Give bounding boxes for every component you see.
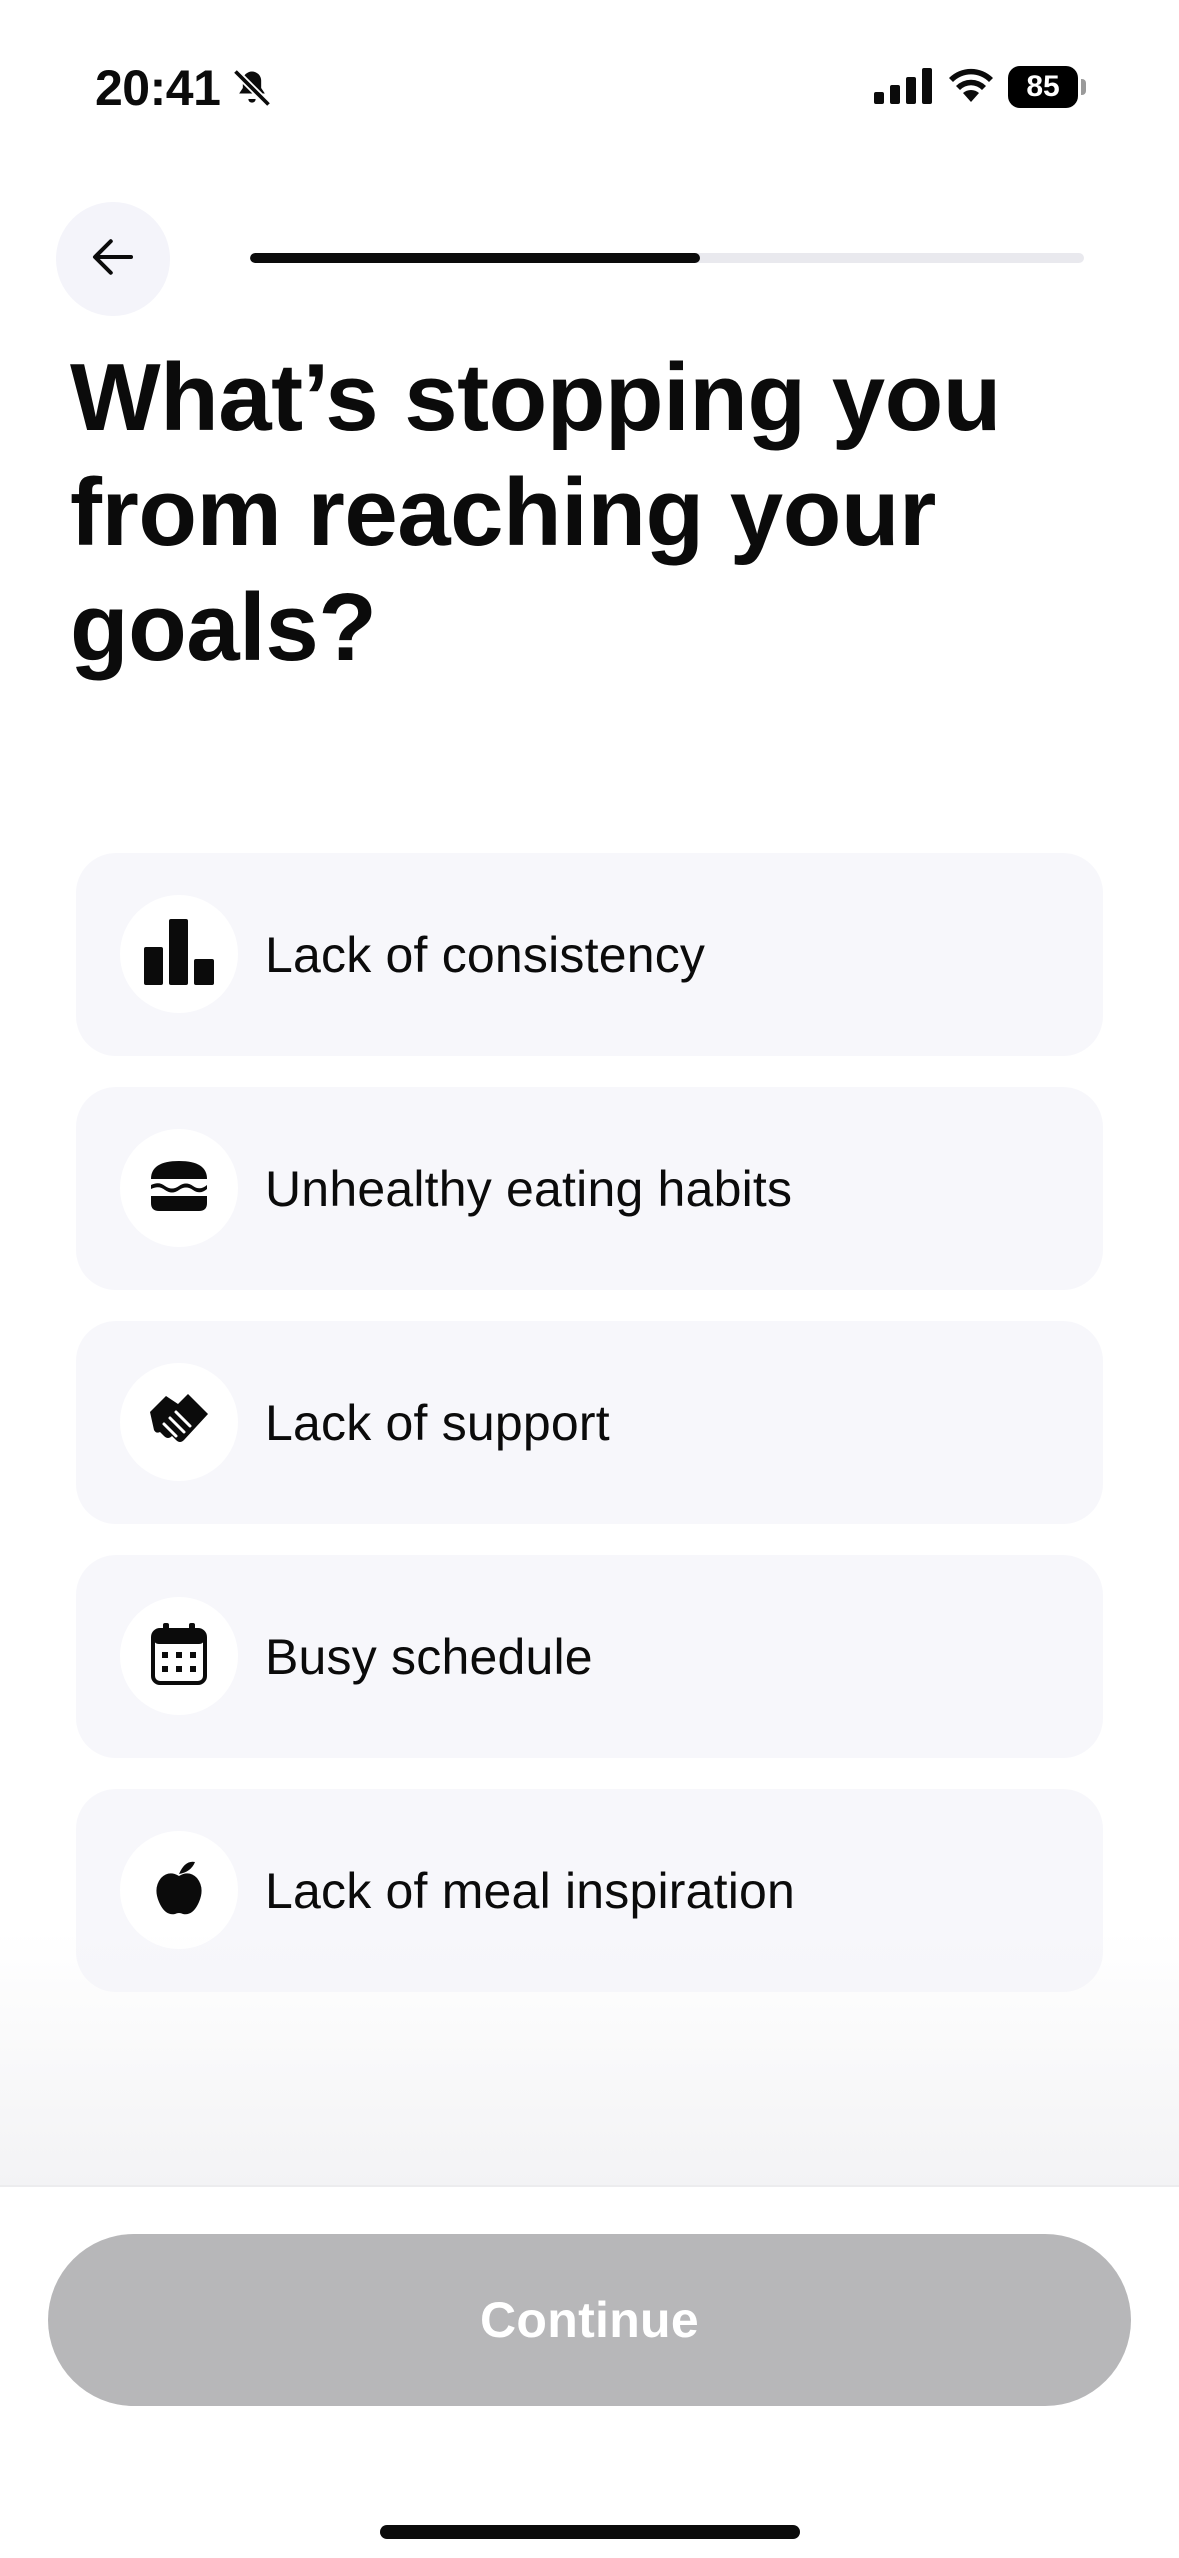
battery-icon: 85 — [1008, 66, 1086, 108]
option-icon-container — [120, 1129, 238, 1247]
option-icon-container — [120, 895, 238, 1013]
option-icon-container — [120, 1597, 238, 1715]
option-lack-of-consistency[interactable]: Lack of consistency — [76, 853, 1103, 1056]
option-label: Lack of support — [265, 1394, 610, 1451]
continue-button[interactable]: Continue — [48, 2234, 1131, 2406]
scroll-fade — [0, 1930, 1179, 2185]
apple-icon — [155, 1860, 203, 1921]
footer: Continue — [0, 2185, 1179, 2558]
progress-bar — [250, 253, 1084, 263]
bell-slash-icon — [230, 66, 274, 115]
home-indicator — [380, 2525, 800, 2539]
bar-chart-icon — [144, 918, 214, 990]
cellular-signal-icon — [874, 68, 932, 109]
arrow-left-icon — [86, 230, 140, 289]
option-busy-schedule[interactable]: Busy schedule — [76, 1555, 1103, 1758]
calendar-icon — [151, 1622, 207, 1690]
status-time: 20:41 — [95, 60, 221, 116]
status-bar: 20:41 85 — [0, 0, 1179, 180]
progress-fill — [250, 253, 701, 263]
wifi-icon — [946, 64, 996, 109]
battery-level: 85 — [1008, 66, 1078, 108]
burger-icon — [149, 1160, 209, 1216]
handshake-icon — [148, 1392, 210, 1453]
option-lack-of-support[interactable]: Lack of support — [76, 1321, 1103, 1524]
back-button[interactable] — [56, 202, 170, 316]
page-title: What’s stopping you from reaching your g… — [70, 344, 1001, 681]
options-list: Lack of consistency Unhealthy eating hab… — [76, 853, 1103, 2023]
option-unhealthy-eating-habits[interactable]: Unhealthy eating habits — [76, 1087, 1103, 1290]
option-label: Unhealthy eating habits — [265, 1160, 793, 1217]
battery-nub — [1081, 79, 1086, 95]
option-label: Busy schedule — [265, 1628, 593, 1685]
option-icon-container — [120, 1363, 238, 1481]
option-label: Lack of consistency — [265, 926, 706, 983]
